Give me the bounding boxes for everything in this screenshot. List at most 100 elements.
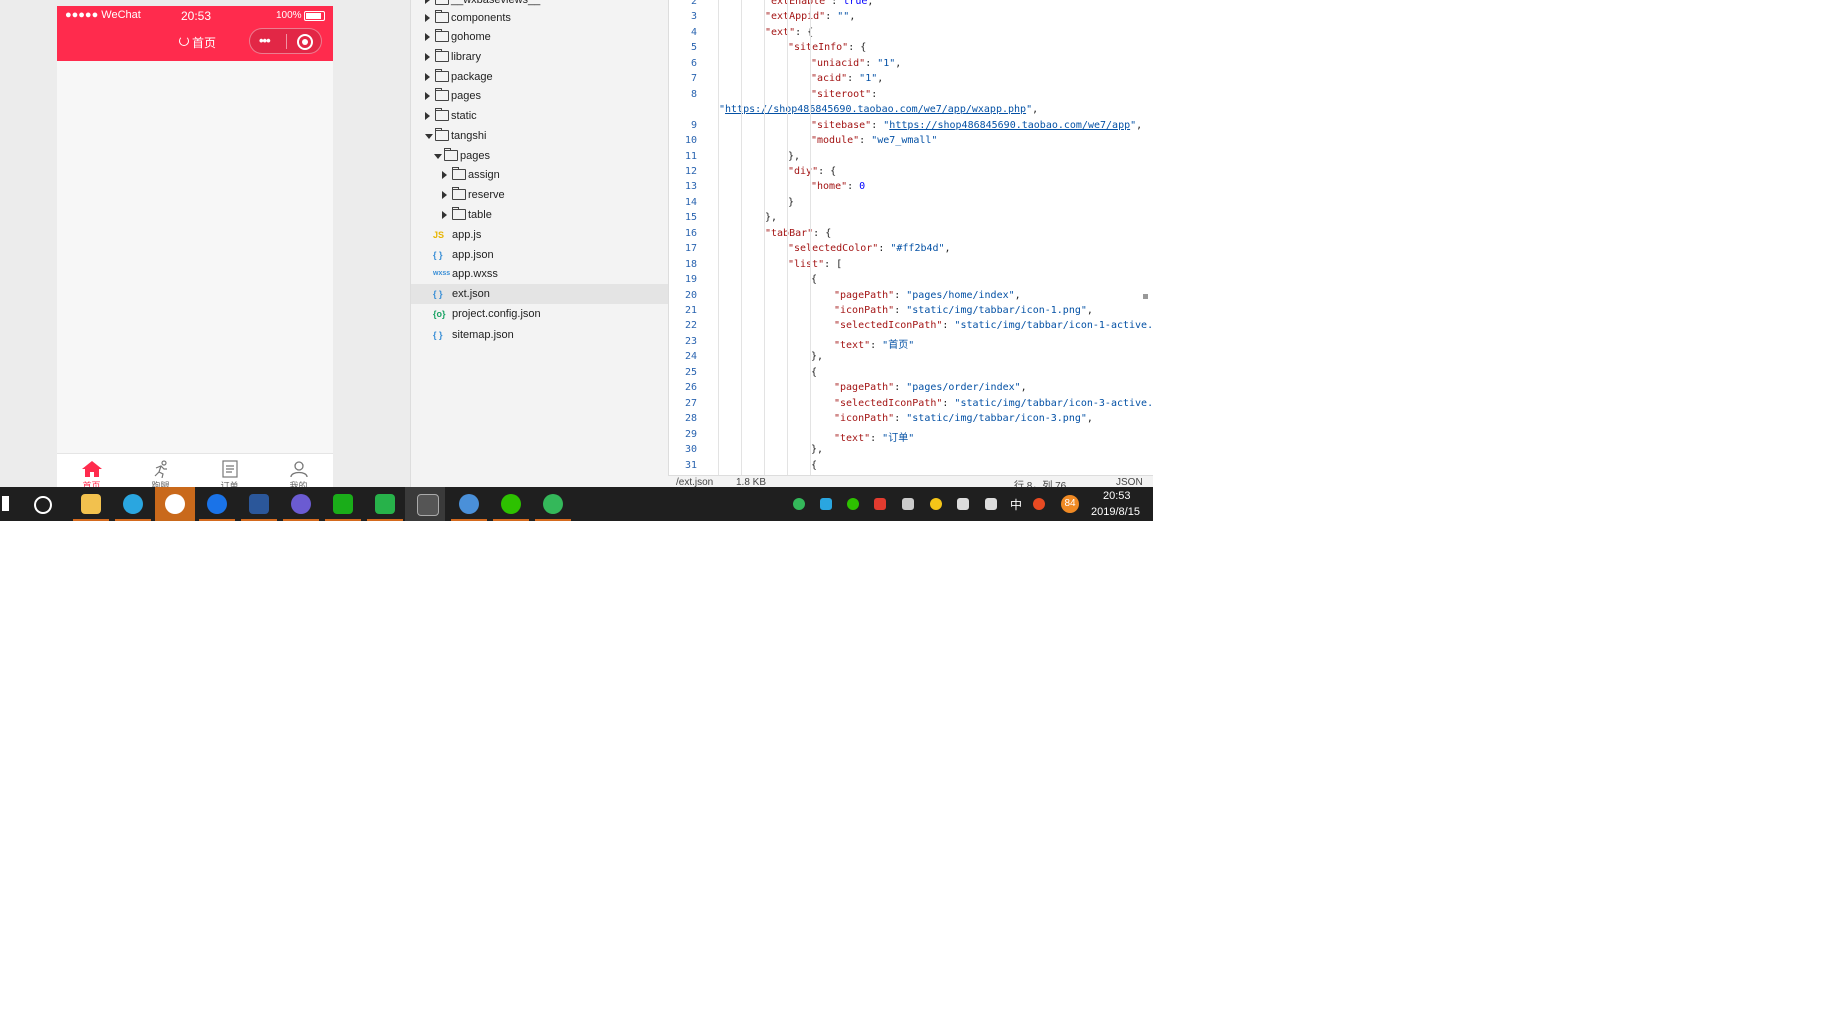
tray-wechat-icon[interactable] — [847, 498, 859, 510]
tray-player-icon[interactable] — [820, 498, 832, 510]
chevron-right-icon[interactable] — [425, 14, 430, 22]
tab-mine[interactable]: 我的 — [264, 454, 333, 487]
code-line: "acid": "1", — [811, 73, 883, 84]
tray-security-icon[interactable] — [930, 498, 942, 510]
line-number: 2 — [690, 0, 697, 7]
tree-item[interactable]: library — [411, 47, 668, 67]
code-token: , — [1086, 413, 1093, 425]
folder-icon — [452, 207, 466, 220]
code-token: "1" — [859, 73, 878, 85]
tree-item[interactable]: { } ext.json — [411, 284, 668, 304]
tree-item[interactable]: pages — [411, 86, 668, 106]
folder-icon — [435, 0, 449, 5]
tree-item[interactable]: static — [411, 106, 668, 126]
json-file-icon: { } — [433, 330, 443, 340]
tree-item[interactable]: wxss app.wxss — [411, 264, 668, 284]
code-token: , — [1136, 119, 1143, 131]
browser-icon[interactable] — [207, 494, 227, 514]
code-line: "text": "订单" — [834, 429, 914, 444]
refresh-app-icon[interactable] — [543, 494, 563, 514]
line-number: 23 — [684, 335, 697, 347]
code-token: : { — [818, 165, 837, 177]
tray-sync-icon[interactable] — [793, 498, 805, 510]
code-token: "module" — [811, 135, 860, 147]
chevron-down-icon[interactable] — [425, 134, 433, 139]
code-token: "static/img/tabbar/icon-3-active.png" — [954, 397, 1153, 409]
code-link[interactable]: https://shop486845690.taobao.com/we7/app… — [725, 104, 1026, 115]
tree-item[interactable]: pages — [411, 146, 668, 166]
tab-home[interactable]: 首页 — [57, 454, 126, 487]
tree-item[interactable]: {o} project.config.json — [411, 304, 668, 324]
notification-badge[interactable]: 84 — [1061, 495, 1079, 513]
tree-item[interactable]: tangshi — [411, 126, 668, 146]
task-view-icon[interactable] — [34, 496, 52, 514]
config-file-icon: {o} — [433, 309, 446, 319]
code-token: "iconPath" — [834, 305, 895, 316]
chevron-right-icon[interactable] — [442, 191, 447, 199]
close-miniprogram-icon[interactable] — [297, 34, 313, 50]
line-number: 9 — [690, 119, 697, 131]
tree-item[interactable]: gohome — [411, 27, 668, 47]
tree-item-label: pages — [460, 150, 490, 162]
line-number: 16 — [684, 227, 697, 239]
chevron-right-icon[interactable] — [425, 33, 430, 41]
code-token: "selectedIconPath" — [834, 397, 943, 409]
line-number: 26 — [684, 382, 697, 394]
file-explorer-icon[interactable] — [81, 494, 101, 514]
chevron-right-icon[interactable] — [425, 73, 430, 81]
tray-volume-icon[interactable] — [985, 498, 997, 510]
code-editor[interactable]: 2 "extEnable": true, 3 "extAppid": "", 4 "ext… — [668, 0, 1153, 475]
code-token: : — [870, 432, 883, 444]
media-player-icon[interactable] — [123, 494, 143, 514]
code-line: }, — [765, 212, 777, 223]
clock-time[interactable]: 20:53 — [1103, 490, 1131, 502]
code-line: "iconPath": "static/img/tabbar/icon-1.pn… — [834, 305, 1093, 316]
chevron-right-icon[interactable] — [425, 53, 430, 61]
app-icon[interactable] — [291, 494, 311, 514]
tree-item[interactable]: { } app.json — [411, 245, 668, 265]
code-link[interactable]: https://shop486845690.taobao.com/we7/app — [889, 120, 1130, 131]
chevron-right-icon[interactable] — [425, 0, 430, 4]
wechat-icon[interactable] — [501, 494, 521, 514]
line-number: 13 — [684, 181, 697, 193]
devtools-icon[interactable] — [333, 494, 353, 514]
tab-errand[interactable]: 跑腿 — [126, 454, 195, 487]
line-number: 28 — [684, 413, 697, 425]
paint-icon[interactable] — [459, 494, 479, 514]
tree-item[interactable]: { } sitemap.json — [411, 325, 668, 345]
chevron-right-icon[interactable] — [425, 112, 430, 120]
tray-qq-icon[interactable] — [874, 498, 886, 510]
tree-item[interactable]: table — [411, 205, 668, 225]
tray-battery-icon[interactable] — [957, 498, 969, 510]
word-icon[interactable] — [249, 494, 269, 514]
more-button[interactable]: ••• — [259, 34, 281, 48]
tree-item[interactable]: package — [411, 67, 668, 87]
tree-item[interactable]: reserve — [411, 185, 668, 205]
tree-item[interactable]: JS app.js — [411, 225, 668, 245]
qq-icon[interactable] — [165, 494, 185, 514]
line-number: 25 — [684, 366, 697, 378]
json-file-icon: { } — [433, 289, 443, 299]
input-method-indicator[interactable]: 中 — [1010, 496, 1022, 513]
chevron-right-icon[interactable] — [425, 92, 430, 100]
tree-item[interactable]: components — [411, 8, 668, 28]
chevron-right-icon[interactable] — [442, 171, 447, 179]
start-icon[interactable] — [2, 496, 9, 511]
tray-network-icon[interactable] — [902, 498, 914, 510]
clock-date[interactable]: 2019/8/15 — [1091, 506, 1140, 518]
code-editor-icon[interactable] — [417, 494, 439, 516]
chevron-down-icon[interactable] — [434, 154, 442, 159]
tree-item[interactable]: assign — [411, 165, 668, 185]
wechat-work-icon[interactable] — [375, 494, 395, 514]
tree-item-label: sitemap.json — [452, 329, 514, 341]
line-number: 19 — [684, 274, 697, 286]
tree-item-label: reserve — [468, 189, 505, 201]
tab-orders[interactable]: 订单 — [195, 454, 264, 487]
chevron-right-icon[interactable] — [442, 211, 447, 219]
folder-open-icon — [435, 128, 449, 141]
tray-sogou-icon[interactable] — [1033, 498, 1045, 510]
code-token: true — [843, 0, 868, 7]
scroll-marker[interactable] — [1143, 294, 1148, 299]
code-token: "acid" — [811, 73, 848, 85]
code-token: : — [847, 73, 860, 85]
